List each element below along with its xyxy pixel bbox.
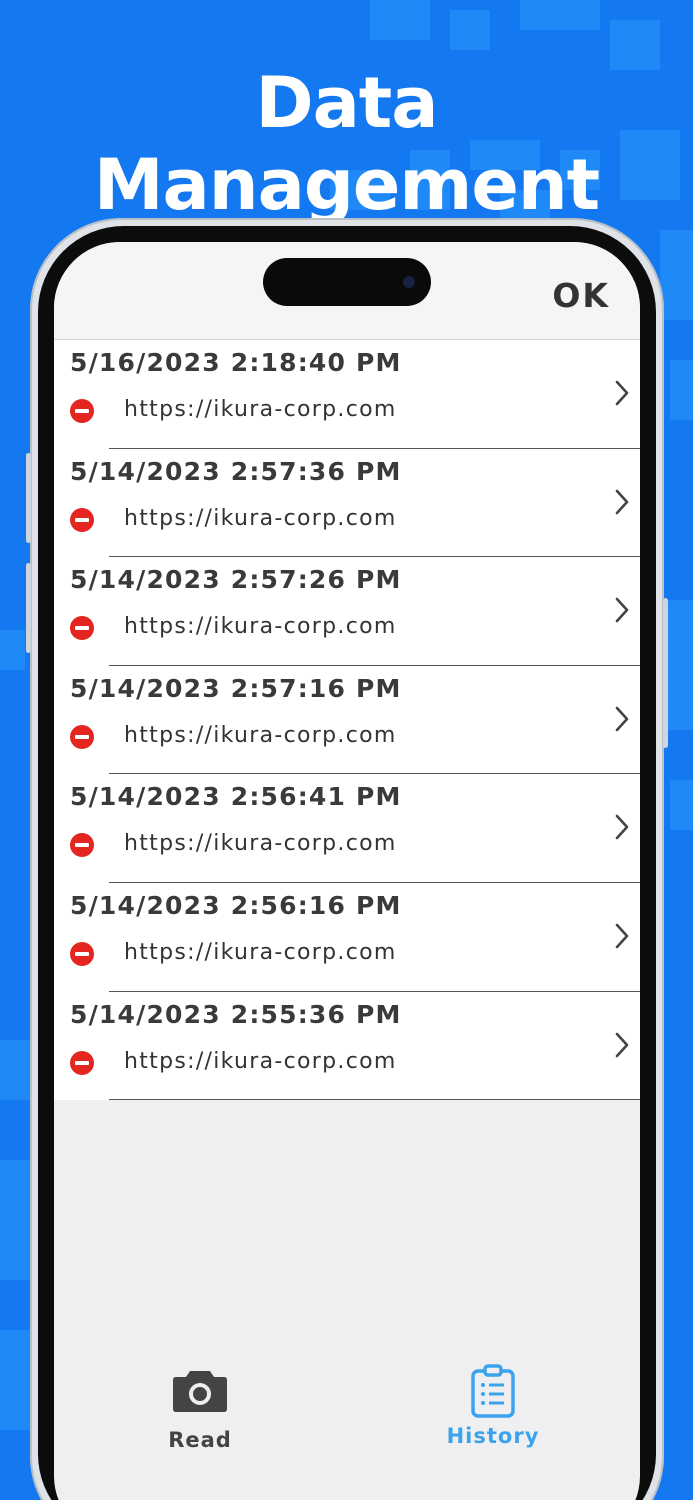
history-row[interactable]: 5/14/2023 2:56:16 PM https://ikura-corp.c… xyxy=(54,883,640,992)
ok-button[interactable]: OK xyxy=(552,276,610,315)
history-date: 5/14/2023 2:57:16 PM xyxy=(70,673,402,703)
history-url: https://ikura-corp.com xyxy=(124,939,397,965)
chevron-right-icon xyxy=(615,597,629,623)
history-row[interactable]: 5/14/2023 2:56:41 PM https://ikura-corp.c… xyxy=(54,774,640,883)
row-separator xyxy=(109,1099,640,1101)
no-entry-icon xyxy=(70,1050,94,1075)
no-entry-icon xyxy=(70,833,94,858)
chevron-right-icon xyxy=(615,706,629,732)
history-row[interactable]: 5/14/2023 2:57:36 PM https://ikura-corp.c… xyxy=(54,449,640,558)
history-row[interactable]: 5/14/2023 2:57:26 PM https://ikura-corp.c… xyxy=(54,557,640,666)
tab-read-label: Read xyxy=(168,1428,232,1452)
history-date: 5/14/2023 2:56:16 PM xyxy=(70,890,402,920)
history-date: 5/16/2023 2:18:40 PM xyxy=(70,348,402,377)
phone-frame: OK 5/16/2023 2:18:40 PM https://ikura-cor… xyxy=(26,218,668,1500)
tab-history[interactable]: History xyxy=(433,1364,553,1454)
clipboard-list-icon xyxy=(471,1364,515,1418)
history-date: 5/14/2023 2:56:41 PM xyxy=(70,782,402,812)
app-screen: OK 5/16/2023 2:18:40 PM https://ikura-cor… xyxy=(54,242,640,1500)
no-entry-icon xyxy=(70,941,94,966)
history-url: https://ikura-corp.com xyxy=(124,831,397,857)
chevron-right-icon xyxy=(615,815,629,840)
phone-side-button xyxy=(26,563,31,653)
phone-side-button xyxy=(26,453,31,543)
tab-history-label: History xyxy=(446,1424,540,1448)
history-url: https://ikura-corp.com xyxy=(124,505,397,531)
camera-icon xyxy=(173,1371,227,1412)
navigation-bar: OK xyxy=(54,242,640,340)
chevron-right-icon xyxy=(615,489,629,514)
history-date: 5/14/2023 2:57:36 PM xyxy=(70,456,402,486)
chevron-right-icon xyxy=(615,380,629,406)
history-url: https://ikura-corp.com xyxy=(124,397,397,422)
history-date: 5/14/2023 2:55:36 PM xyxy=(70,999,402,1029)
phone-side-button xyxy=(663,598,668,748)
chevron-right-icon xyxy=(615,1032,629,1057)
history-row[interactable]: 5/14/2023 2:55:36 PM https://ikura-corp.c… xyxy=(54,992,640,1101)
no-entry-icon xyxy=(70,724,94,749)
history-url: https://ikura-corp.com xyxy=(124,722,397,748)
no-entry-icon xyxy=(70,399,94,423)
history-list: 5/16/2023 2:18:40 PM https://ikura-corp.c… xyxy=(54,340,640,1101)
chevron-right-icon xyxy=(615,923,629,949)
dynamic-island xyxy=(263,258,431,306)
history-row[interactable]: 5/16/2023 2:18:40 PM https://ikura-corp.c… xyxy=(54,340,640,449)
page-headline: Data Management xyxy=(93,62,600,226)
history-row[interactable]: 5/14/2023 2:57:16 PM https://ikura-corp.c… xyxy=(54,666,640,775)
front-camera-dot xyxy=(403,276,415,288)
no-entry-icon xyxy=(70,616,94,641)
history-url: https://ikura-corp.com xyxy=(124,614,397,640)
no-entry-icon xyxy=(70,507,94,532)
history-url: https://ikura-corp.com xyxy=(124,1048,397,1074)
history-date: 5/14/2023 2:57:26 PM xyxy=(70,565,402,595)
tab-read[interactable]: Read xyxy=(140,1368,260,1458)
